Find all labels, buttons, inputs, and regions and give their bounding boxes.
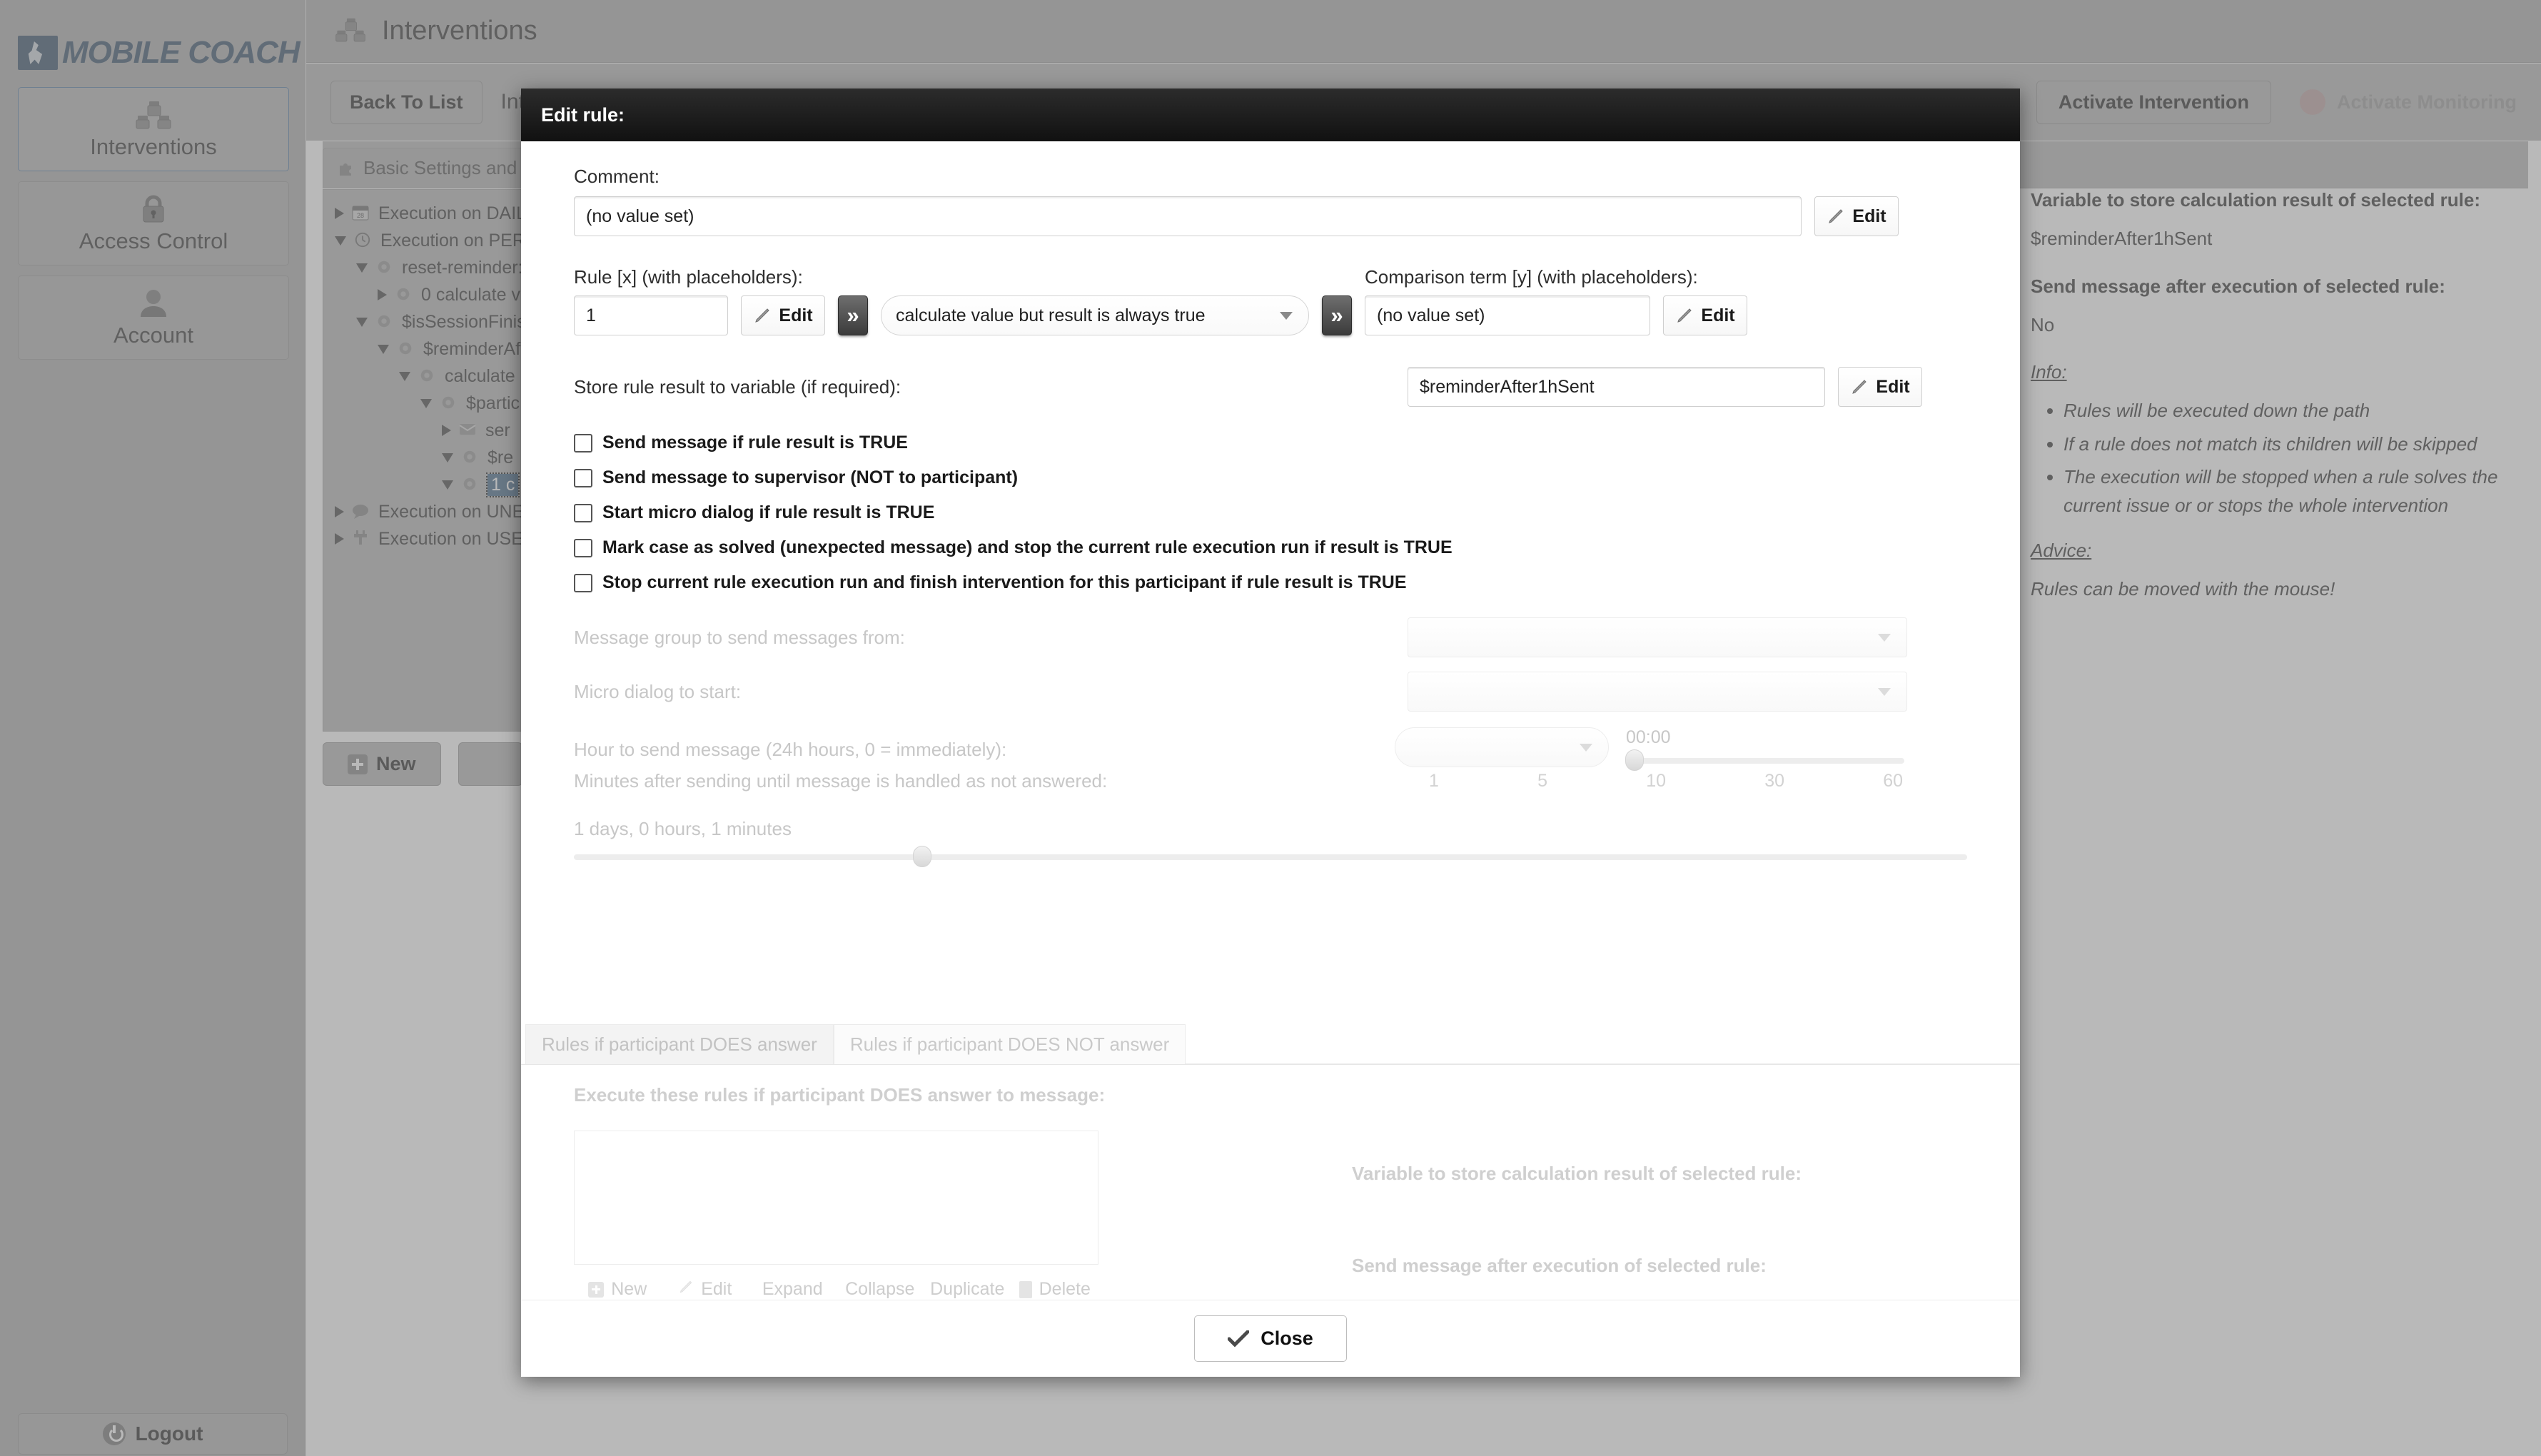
tab-does-not-answer[interactable]: Rules if participant DOES NOT answer: [833, 1024, 1186, 1064]
duration-text: 1 days, 0 hours, 1 minutes: [574, 818, 792, 839]
sub-delete-label: Delete: [1039, 1279, 1091, 1299]
dialog-titlebar: Edit rule:: [521, 89, 2020, 141]
rule-label: Rule [x] (with placeholders):: [574, 266, 803, 288]
checkbox-row[interactable]: Send message if rule result is TRUE: [574, 433, 1967, 453]
tick-label: 5: [1537, 771, 1547, 791]
minutes-label: Minutes after sending until message is h…: [574, 770, 1108, 792]
sub-expand-button[interactable]: Expand: [749, 1279, 837, 1300]
trash-icon: [1019, 1280, 1032, 1298]
micro-dialog-select[interactable]: [1408, 672, 1907, 712]
pencil-icon: [678, 1279, 694, 1300]
plus-icon: [588, 1281, 605, 1298]
comment-input[interactable]: (no value set): [574, 196, 1802, 236]
pencil-icon: [753, 306, 772, 325]
sub-variable-label: Variable to store calculation result of …: [1352, 1163, 1802, 1184]
start-micro-dialog-checkbox[interactable]: [574, 503, 592, 522]
message-group-select[interactable]: [1408, 617, 1907, 657]
dialog-title: Edit rule:: [541, 103, 625, 126]
store-variable-label: Store rule result to variable (if requir…: [574, 375, 901, 398]
pencil-icon: [1827, 207, 1845, 226]
comment-edit-button[interactable]: Edit: [1814, 196, 1899, 236]
check-icon: [1227, 1330, 1250, 1348]
checkbox-row[interactable]: Stop current rule execution run and fini…: [574, 572, 1967, 593]
sub-delete-button[interactable]: Delete: [1011, 1279, 1099, 1300]
tick-label: 10: [1646, 771, 1666, 791]
hour-label: Hour to send message (24h hours, 0 = imm…: [574, 739, 1007, 760]
rule-options-group: Send message if rule result is TRUE Send…: [574, 433, 1967, 593]
dialog-footer: Close: [521, 1300, 2020, 1377]
tick-label: 30: [1764, 771, 1784, 791]
close-label: Close: [1261, 1328, 1313, 1349]
sub-collapse-button[interactable]: Collapse: [837, 1279, 924, 1300]
comparison-input[interactable]: (no value set): [1365, 295, 1650, 335]
sub-rules-toolbar: New Edit Expand Collapse Duplicate Delet…: [574, 1279, 1098, 1300]
operator-select[interactable]: calculate value but result is always tru…: [881, 295, 1309, 335]
chevron-down-icon: [1580, 743, 1592, 752]
operator-select-value: calculate value but result is always tru…: [896, 305, 1206, 325]
chevron-down-icon: [1280, 311, 1293, 320]
hour-display-value: 00:00: [1626, 727, 1671, 747]
checkbox-label: Mark case as solved (unexpected message)…: [602, 537, 1453, 557]
tick-label: 60: [1883, 771, 1903, 791]
store-variable-edit-label: Edit: [1876, 376, 1910, 397]
pencil-icon: [1675, 306, 1694, 325]
rule-input[interactable]: 1: [574, 295, 728, 335]
answer-tabs: Rules if participant DOES answer Rules i…: [521, 1022, 2020, 1065]
chevron-down-icon: [1878, 687, 1891, 696]
checkbox-label: Send message to supervisor (NOT to parti…: [602, 467, 1019, 487]
sub-edit-label: Edit: [701, 1279, 732, 1299]
rule-edit-button[interactable]: Edit: [741, 295, 825, 335]
checkbox-label: Start micro dialog if rule result is TRU…: [602, 502, 935, 522]
sub-new-label: New: [611, 1279, 647, 1299]
slider-track: [574, 854, 1967, 860]
close-button[interactable]: Close: [1194, 1315, 1347, 1362]
comment-edit-label: Edit: [1852, 206, 1886, 226]
sub-rules-list[interactable]: [574, 1131, 1098, 1265]
sub-new-button[interactable]: New: [574, 1279, 662, 1300]
edit-rule-dialog: Edit rule: Comment: (no value set) Edit …: [521, 89, 2020, 1377]
send-message-checkbox[interactable]: [574, 433, 592, 453]
comparison-label: Comparison term [y] (with placeholders):: [1365, 266, 1698, 288]
comment-label: Comment:: [574, 166, 660, 187]
sub-info-panel: Variable to store calculation result of …: [1352, 1084, 1966, 1277]
checkbox-label: Stop current rule execution run and fini…: [602, 572, 1407, 592]
tick-label: 1: [1429, 771, 1439, 791]
sub-duplicate-button[interactable]: Duplicate: [924, 1279, 1011, 1300]
mark-case-solved-checkbox[interactable]: [574, 538, 592, 557]
stop-execution-checkbox[interactable]: [574, 573, 592, 592]
sub-rules-section: Execute these rules if participant DOES …: [574, 1084, 1973, 1300]
duration-slider[interactable]: [574, 846, 1967, 867]
hour-slider[interactable]: [1625, 749, 1904, 771]
sub-send-label: Send message after execution of selected…: [1352, 1255, 1767, 1276]
slider-thumb[interactable]: [1625, 749, 1644, 771]
rule-edit-label: Edit: [779, 305, 813, 325]
message-group-label: Message group to send messages from:: [574, 626, 905, 648]
chevron-down-icon: [1878, 633, 1891, 642]
comparison-edit-button[interactable]: Edit: [1663, 295, 1747, 335]
store-variable-edit-button[interactable]: Edit: [1838, 367, 1922, 407]
slider-track: [1626, 758, 1904, 764]
checkbox-row[interactable]: Send message to supervisor (NOT to parti…: [574, 467, 1967, 488]
chevron-right-button[interactable]: »: [1322, 295, 1352, 335]
checkbox-label: Send message if rule result is TRUE: [602, 433, 908, 453]
checkbox-row[interactable]: Start micro dialog if rule result is TRU…: [574, 502, 1967, 523]
hour-select[interactable]: [1395, 727, 1609, 767]
micro-dialog-label: Micro dialog to start:: [574, 680, 742, 702]
sub-edit-button[interactable]: Edit: [662, 1279, 749, 1300]
slider-thumb[interactable]: [913, 846, 931, 867]
pencil-icon: [1850, 378, 1869, 396]
send-supervisor-checkbox[interactable]: [574, 468, 592, 487]
store-variable-input[interactable]: $reminderAfter1hSent: [1408, 367, 1825, 407]
checkbox-row[interactable]: Mark case as solved (unexpected message)…: [574, 537, 1967, 558]
chevron-left-button[interactable]: »: [838, 295, 868, 335]
dialog-body: Comment: (no value set) Edit Rule [x] (w…: [521, 141, 2020, 867]
comparison-edit-label: Edit: [1701, 305, 1735, 325]
minutes-ticks: 1 5 10 30 60: [1395, 771, 1937, 792]
tab-does-answer[interactable]: Rules if participant DOES answer: [525, 1024, 834, 1064]
